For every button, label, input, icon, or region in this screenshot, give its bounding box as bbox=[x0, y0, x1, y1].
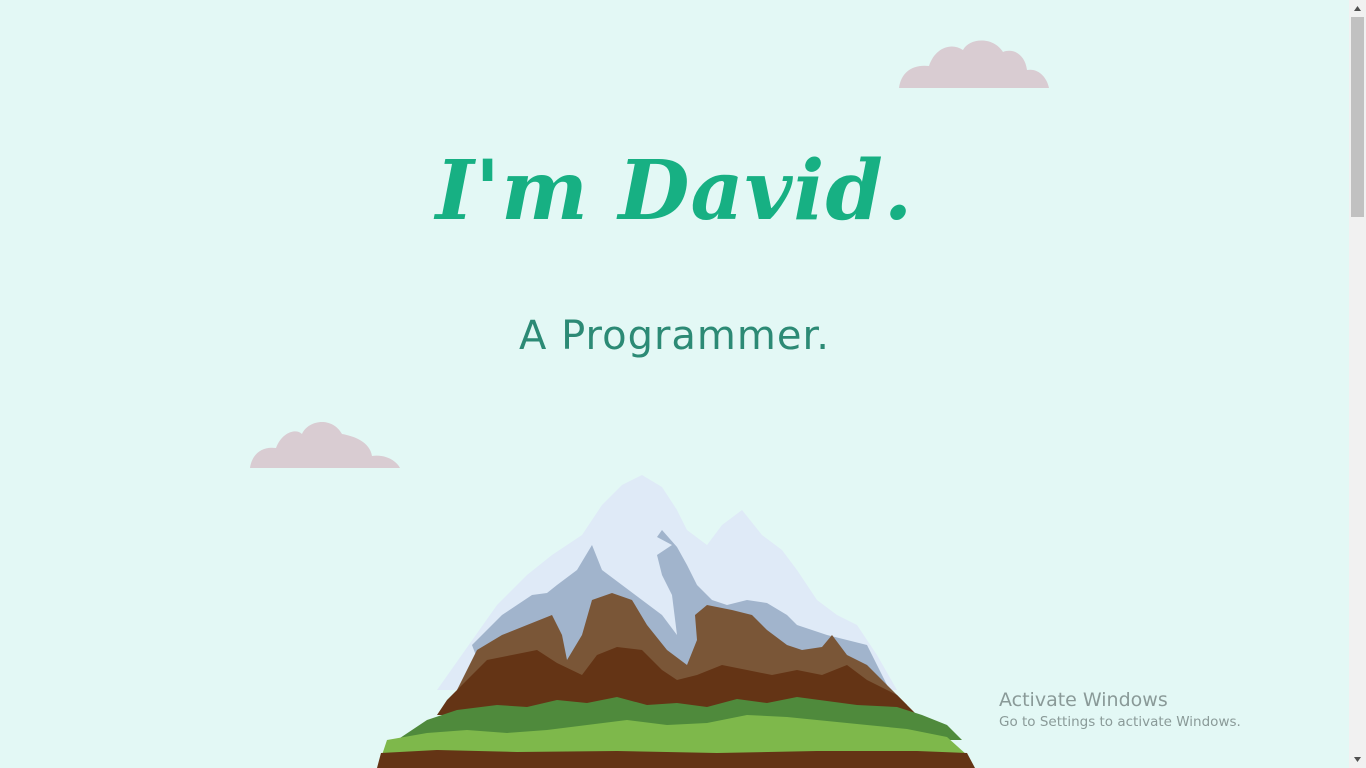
viewport: I'm David. A Programmer. Activate Window… bbox=[0, 0, 1349, 768]
scrollbar-thumb[interactable] bbox=[1351, 17, 1364, 217]
page: I'm David. A Programmer. Activate Window… bbox=[0, 0, 1366, 768]
vertical-scrollbar[interactable] bbox=[1349, 0, 1366, 768]
watermark-title: Activate Windows bbox=[999, 689, 1168, 711]
cloud-icon bbox=[899, 40, 1049, 88]
mountain-illustration bbox=[377, 475, 975, 768]
watermark-subtitle: Go to Settings to activate Windows. bbox=[999, 714, 1241, 730]
cloud-icon bbox=[250, 421, 400, 468]
activate-windows-watermark: Activate Windows Go to Settings to activ… bbox=[999, 688, 1241, 732]
page-subtitle: A Programmer. bbox=[519, 313, 830, 359]
chevron-up-icon[interactable] bbox=[1349, 0, 1366, 17]
chevron-down-icon[interactable] bbox=[1349, 751, 1366, 768]
page-title: I'm David. bbox=[435, 143, 914, 239]
